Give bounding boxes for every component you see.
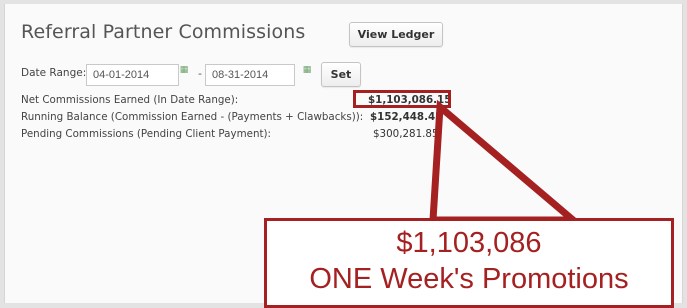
end-date-input[interactable] bbox=[205, 64, 295, 86]
start-date-input[interactable] bbox=[86, 64, 179, 86]
highlight-box bbox=[353, 90, 451, 108]
page-title: Referral Partner Commissions bbox=[21, 21, 306, 43]
pending-commissions-label: Pending Commissions (Pending Client Paym… bbox=[21, 128, 272, 140]
running-balance-label: Running Balance (Commission Earned - (Pa… bbox=[21, 111, 364, 123]
callout-caption: ONE Week's Promotions bbox=[309, 263, 629, 295]
calendar-icon[interactable]: ▦ bbox=[177, 65, 191, 75]
callout-amount: $1,103,086 bbox=[396, 227, 542, 259]
callout-box: $1,103,086 ONE Week's Promotions bbox=[264, 218, 674, 308]
date-range-label: Date Range: bbox=[21, 67, 87, 79]
net-commissions-label: Net Commissions Earned (In Date Range): bbox=[21, 94, 239, 106]
view-ledger-button[interactable]: View Ledger bbox=[349, 22, 443, 47]
set-button[interactable]: Set bbox=[321, 62, 361, 87]
running-balance-value: $152,448.45 bbox=[370, 111, 443, 123]
pending-commissions-value: $300,281.85 bbox=[373, 128, 439, 140]
date-separator: - bbox=[198, 67, 202, 80]
calendar-icon[interactable]: ▦ bbox=[300, 65, 314, 75]
